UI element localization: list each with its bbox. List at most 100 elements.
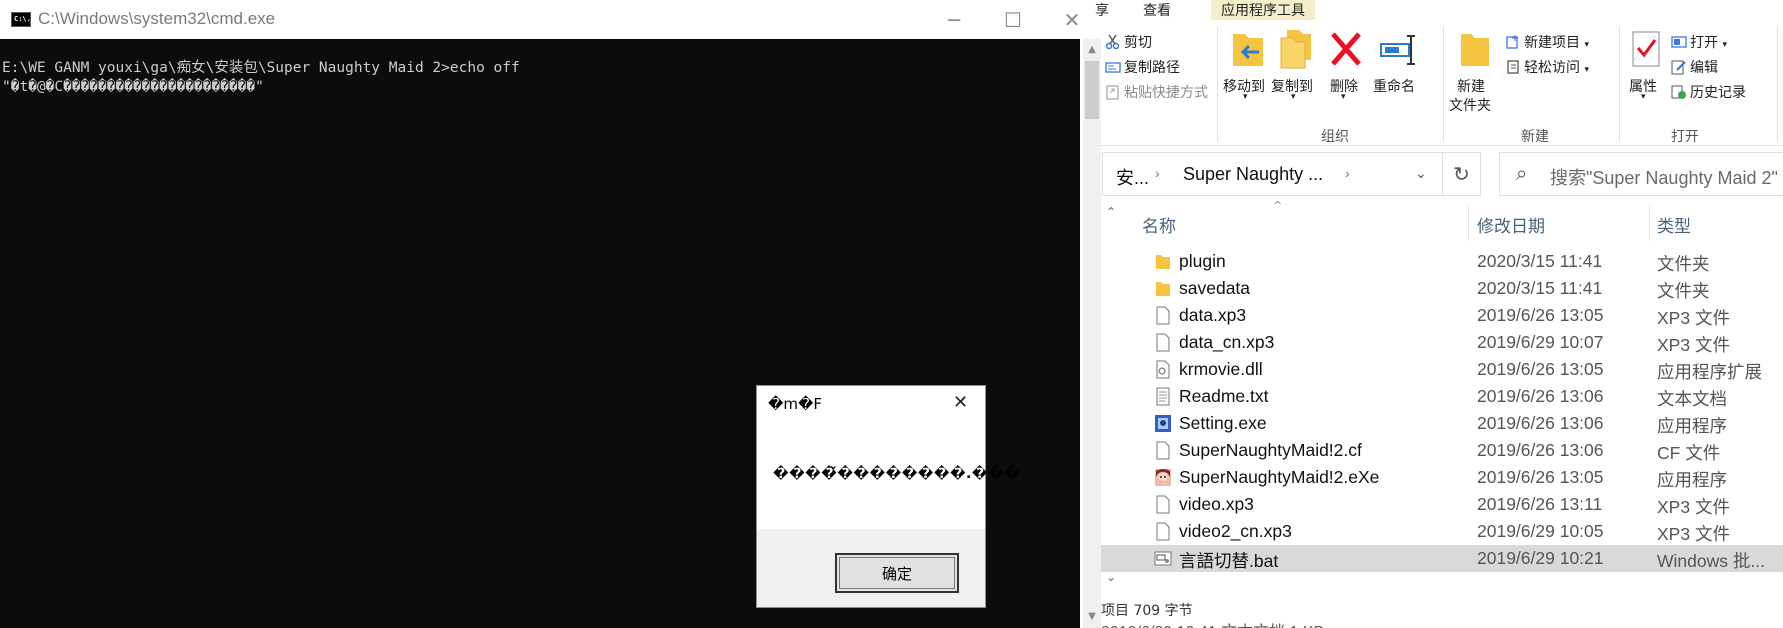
file-type: 文件夹	[1657, 254, 1710, 274]
cmd-title-bar[interactable]: C:\. C:\Windows\system32\cmd.exe ─ ☐ ✕	[0, 0, 1080, 39]
history-button[interactable]: 历史记录	[1671, 82, 1746, 102]
file-row[interactable]: Readme.txt 2019/6/26 13:06 文本文档	[1101, 383, 1783, 410]
file-type: Windows 批...	[1657, 551, 1765, 571]
edit-button[interactable]: 编辑	[1671, 57, 1718, 77]
ok-button[interactable]: 确定	[835, 553, 959, 593]
file-list-header: 名称 ^ 修改日期 类型	[1123, 199, 1783, 241]
group-label-new: 新建	[1521, 129, 1549, 145]
open-icon	[1671, 36, 1687, 48]
console-scrollbar[interactable]: ▲ ▼	[1083, 39, 1101, 628]
file-row[interactable]: SuperNaughtyMaid!2.cf 2019/6/26 13:06 CF…	[1101, 437, 1783, 464]
cmd-app-icon: C:\.	[11, 12, 31, 27]
copy-to-button[interactable]: 复制到 ▾	[1271, 28, 1319, 118]
scroll-down-arrow-icon[interactable]: ⌄	[1106, 570, 1116, 584]
address-bar[interactable]: 安... › Super Naughty ... › ⌄	[1102, 152, 1443, 196]
chevron-right-icon: ›	[1155, 165, 1160, 181]
dialog-close-button[interactable]: ✕	[953, 392, 968, 413]
minimize-button[interactable]: ─	[925, 0, 983, 39]
tab-view[interactable]: 查看	[1143, 0, 1171, 20]
column-header-name[interactable]: 名称	[1142, 212, 1176, 237]
bat-icon	[1154, 551, 1172, 566]
close-button[interactable]: ✕	[1043, 0, 1101, 39]
breadcrumb-item[interactable]: 安...	[1116, 164, 1149, 190]
new-item-button[interactable]: 新建项目 ▾	[1505, 32, 1589, 52]
file-row[interactable]: data.xp3 2019/6/26 13:05 XP3 文件	[1101, 302, 1783, 329]
file-type: 文件夹	[1657, 281, 1710, 301]
new-folder-icon	[1461, 34, 1489, 66]
file-name: plugin	[1179, 251, 1226, 271]
tab-app-tools[interactable]: 应用程序工具	[1211, 0, 1315, 20]
group-label-open: 打开	[1671, 129, 1699, 145]
scroll-down-arrow-icon[interactable]: ▼	[1083, 608, 1101, 626]
file-name: video.xp3	[1179, 494, 1254, 514]
file-name: data_cn.xp3	[1179, 332, 1275, 352]
file-list: plugin 2020/3/15 11:41 文件夹 savedata 2020…	[1101, 248, 1783, 572]
file-date: 2019/6/26 13:06	[1477, 386, 1604, 406]
chevron-down-icon[interactable]: ⌄	[1415, 165, 1427, 182]
ribbon-tabs: 享 查看 应用程序工具	[1095, 0, 1783, 20]
column-divider[interactable]	[1649, 205, 1650, 241]
rename-button[interactable]: 重命名	[1373, 28, 1425, 118]
properties-button[interactable]: 属性 ▾	[1627, 30, 1667, 120]
file-date: 2019/6/26 13:11	[1477, 494, 1603, 514]
file-icon	[1156, 495, 1170, 514]
file-row-selected[interactable]: 言語切替.bat 2019/6/29 10:21 Windows 批...	[1101, 545, 1783, 572]
open-button[interactable]: 打开 ▾	[1671, 32, 1727, 52]
file-row[interactable]: video.xp3 2019/6/26 13:11 XP3 文件	[1101, 491, 1783, 518]
setting-exe-icon	[1155, 415, 1171, 432]
file-date: 2019/6/26 13:06	[1477, 440, 1604, 460]
paste-shortcut-button[interactable]: 粘贴快捷方式	[1105, 82, 1208, 102]
cut-button[interactable]: 剪切	[1105, 32, 1152, 52]
file-row[interactable]: krmovie.dll 2019/6/26 13:05 应用程序扩展	[1101, 356, 1783, 383]
new-folder-button[interactable]: 新建 文件夹	[1449, 30, 1501, 120]
file-row[interactable]: plugin 2020/3/15 11:41 文件夹	[1101, 248, 1783, 275]
file-type: XP3 文件	[1657, 497, 1730, 517]
file-row[interactable]: savedata 2020/3/15 11:41 文件夹	[1101, 275, 1783, 302]
file-row[interactable]: Setting.exe 2019/6/26 13:06 应用程序	[1101, 410, 1783, 437]
delete-x-icon	[1331, 32, 1361, 66]
file-date: 2019/6/29 10:05	[1477, 521, 1604, 541]
folder-icon	[1156, 282, 1170, 296]
column-header-type[interactable]: 类型	[1657, 212, 1691, 237]
file-type: CF 文件	[1657, 443, 1721, 463]
file-row[interactable]: data_cn.xp3 2019/6/29 10:07 XP3 文件	[1101, 329, 1783, 356]
dropdown-arrow-icon: ▾	[1584, 65, 1589, 75]
dialog-message: ����̌��������.���	[773, 466, 1021, 482]
search-input[interactable]: ⌕ 搜索"Super Naughty Maid 2"	[1499, 152, 1783, 196]
status-text: 项目 709 字节	[1101, 603, 1193, 619]
easy-access-button[interactable]: 轻松访问 ▾	[1505, 57, 1589, 77]
column-header-date[interactable]: 修改日期	[1477, 212, 1545, 237]
column-divider[interactable]	[1468, 205, 1469, 241]
message-dialog: �m�F ✕ ����̌��������.��� 确定	[756, 385, 1020, 608]
file-type: XP3 文件	[1657, 308, 1730, 328]
breadcrumb-item[interactable]: Super Naughty ...	[1183, 164, 1323, 185]
tab-share[interactable]: 享	[1095, 0, 1109, 20]
scrollbar-thumb[interactable]	[1085, 61, 1099, 119]
file-type: 应用程序扩展	[1657, 362, 1762, 382]
ribbon-separator	[1777, 26, 1778, 142]
ghost-row-text: 2019/6/29 10:41 文本文档 1 KB	[1101, 618, 1783, 628]
chevron-right-icon: ›	[1345, 165, 1350, 181]
ribbon-separator	[1619, 26, 1620, 142]
dropdown-arrow-icon: ▾	[1641, 92, 1646, 102]
refresh-button[interactable]: ↻	[1443, 152, 1481, 196]
file-name: Setting.exe	[1179, 413, 1267, 433]
scroll-up-arrow-icon[interactable]: ▲	[1083, 41, 1101, 59]
file-icon	[1156, 333, 1170, 352]
file-type: 应用程序	[1657, 470, 1727, 490]
dll-icon	[1156, 360, 1170, 379]
file-row[interactable]: SuperNaughtyMaid!2.eXe 2019/6/26 13:05 应…	[1101, 464, 1783, 491]
file-row[interactable]: video2_cn.xp3 2019/6/29 10:05 XP3 文件	[1101, 518, 1783, 545]
properties-checklist-icon	[1632, 31, 1660, 67]
copy-path-button[interactable]: 复制路径	[1105, 57, 1180, 77]
delete-button[interactable]: 删除 ▾	[1327, 28, 1367, 118]
scroll-up-arrow-icon[interactable]: ⌃	[1106, 205, 1116, 219]
file-name: savedata	[1179, 278, 1251, 298]
move-to-button[interactable]: 移动到 ▾	[1223, 28, 1271, 118]
file-name: krmovie.dll	[1179, 359, 1263, 379]
maximize-button[interactable]: ☐	[984, 0, 1042, 39]
console-line: E:\WE GANM youxi\ga\痴女\安装包\Super Naughty…	[2, 60, 520, 76]
file-date: 2019/6/26 13:05	[1477, 467, 1604, 487]
file-date: 2019/6/26 13:05	[1477, 305, 1604, 325]
group-label-organize: 组织	[1321, 129, 1349, 145]
